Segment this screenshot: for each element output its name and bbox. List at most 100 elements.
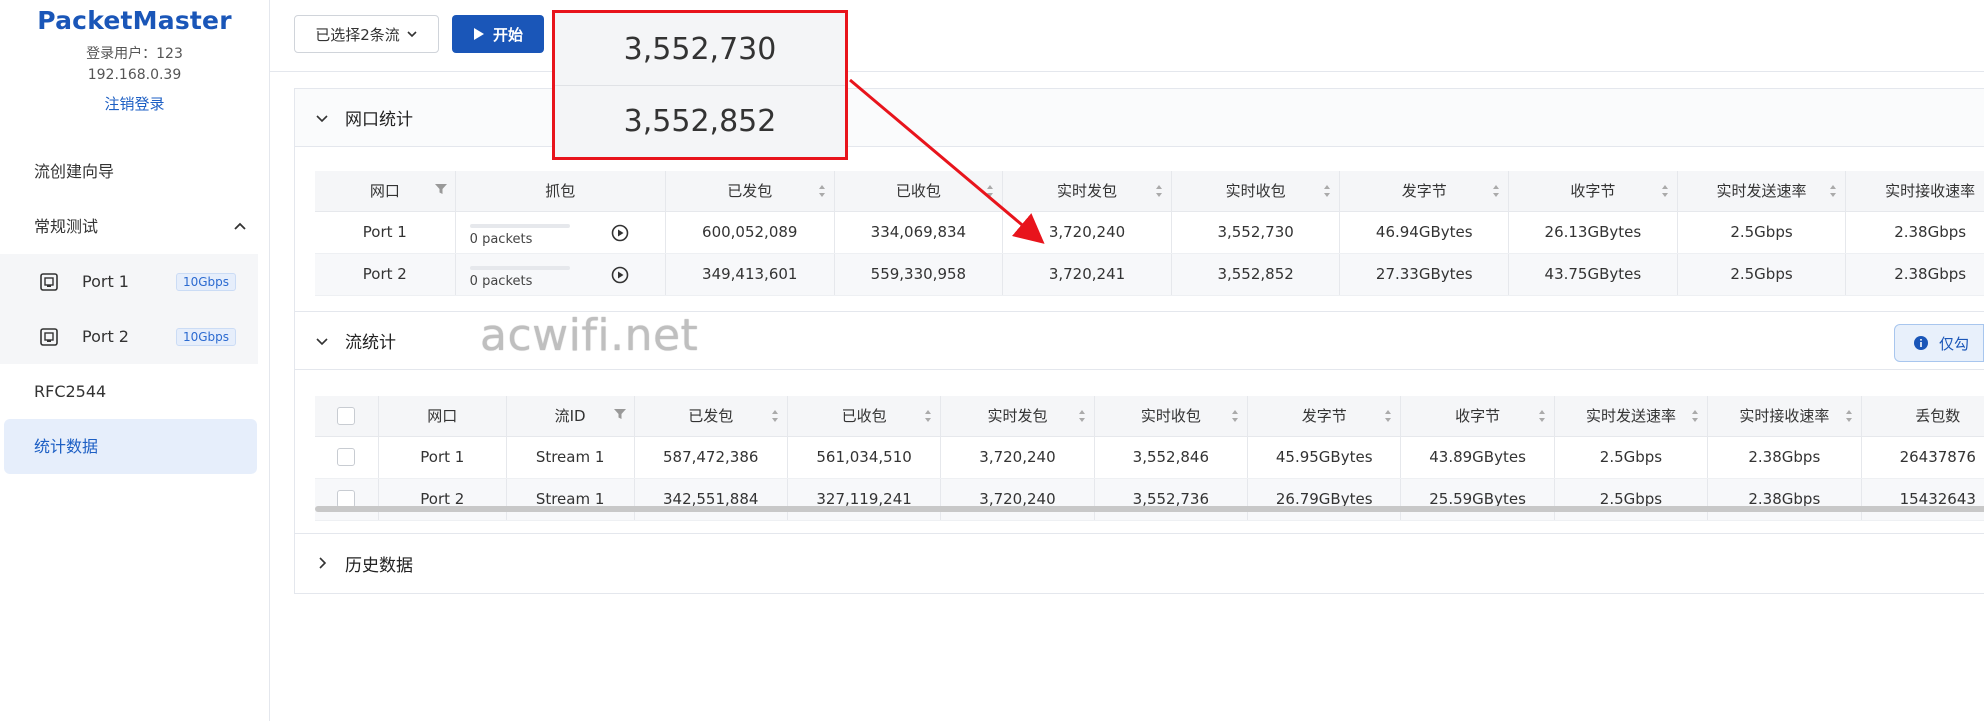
sidebar-item-rfc2544[interactable]: RFC2544 <box>0 364 269 419</box>
col-header-rx-bytes[interactable]: 收字节 <box>1400 396 1555 437</box>
col-header-tx-bytes[interactable]: 发字节 <box>1339 171 1510 212</box>
chevron-right-icon <box>319 557 327 569</box>
sort-icon[interactable] <box>1845 409 1853 423</box>
cell-stream-id: Stream 1 <box>506 436 635 479</box>
capture-count: 0 packets <box>469 273 533 289</box>
play-circle-icon[interactable] <box>611 224 629 242</box>
logout-link[interactable]: 注销登录 <box>104 93 164 114</box>
cell-rt-received: 3,552,736 <box>1094 478 1249 521</box>
col-header-port: 网口 <box>378 396 507 437</box>
col-header-sent[interactable]: 已发包 <box>665 171 835 212</box>
cell-rx-bytes: 43.75GBytes <box>1508 253 1678 296</box>
port-stats-panel: 网口统计 网口 抓包 已发包 已收包 实时发包 实时收包 发字节 收字节 实时发… <box>294 88 1984 312</box>
col-header-select-all[interactable] <box>315 396 379 437</box>
zoom-value-2: 3,552,852 <box>555 85 845 157</box>
sort-icon[interactable] <box>771 409 779 423</box>
col-header-sent[interactable]: 已发包 <box>634 396 788 437</box>
cell-loss: 15432643 <box>1861 478 1984 521</box>
select-all-checkbox[interactable] <box>337 407 356 425</box>
sort-icon[interactable] <box>986 184 994 198</box>
cell-received: 561,034,510 <box>787 436 942 479</box>
sidebar-item-general-test[interactable]: 常规测试 <box>0 199 269 254</box>
cell-port: Port 2 <box>378 478 507 521</box>
chevron-down-icon <box>316 337 328 345</box>
capture-count: 0 packets <box>469 231 533 247</box>
col-header-received[interactable]: 已收包 <box>787 396 942 437</box>
col-header-tx-bytes[interactable]: 发字节 <box>1247 396 1402 437</box>
cell-rx-rate: 2.38Gbps <box>1845 253 1984 296</box>
filter-icon[interactable] <box>613 408 626 420</box>
table-row: Port 1 Stream 1 587,472,386 561,034,510 … <box>315 436 1984 479</box>
horizontal-scrollbar[interactable] <box>315 506 1984 512</box>
ethernet-port-icon <box>40 272 58 291</box>
sort-icon[interactable] <box>1384 409 1392 423</box>
sort-icon[interactable] <box>1492 184 1500 198</box>
history-header[interactable]: 历史数据 <box>295 534 1984 592</box>
sort-icon[interactable] <box>1538 409 1546 423</box>
col-header-tx-rate[interactable]: 实时发送速率 <box>1554 396 1709 437</box>
table-row: Port 2 Stream 1 342,551,884 327,119,241 … <box>315 478 1984 521</box>
sidebar-item-port1[interactable]: Port 1 10Gbps <box>0 254 258 309</box>
cell-port: Port 1 <box>378 436 507 479</box>
cell-select[interactable] <box>315 436 379 479</box>
cell-rt-sent: 3,720,240 <box>940 436 1095 479</box>
sidebar-item-flow-wizard[interactable]: 流创建向导 <box>0 144 269 199</box>
sidebar-item-port2[interactable]: Port 2 10Gbps <box>0 309 258 364</box>
user-line: 登录用户：123 <box>86 46 183 62</box>
col-header-rx-rate[interactable]: 实时接收速率 <box>1845 171 1984 212</box>
sidebar-item-label: RFC2544 <box>34 382 107 401</box>
watermark: acwifi.net <box>480 310 699 361</box>
chevron-down-icon <box>316 114 328 122</box>
only-checked-label: 仅勾 <box>1939 334 1970 353</box>
sort-icon[interactable] <box>1231 409 1239 423</box>
col-header-rt-received[interactable]: 实时收包 <box>1094 396 1249 437</box>
col-header-rt-received[interactable]: 实时收包 <box>1171 171 1341 212</box>
col-header-rt-sent[interactable]: 实时发包 <box>940 396 1095 437</box>
sidebar-item-label: 流创建向导 <box>34 162 115 181</box>
panel-title: 网口统计 <box>345 110 413 130</box>
sidebar-item-label: 统计数据 <box>34 437 99 456</box>
sort-icon[interactable] <box>818 184 826 198</box>
cell-rx-rate: 2.38Gbps <box>1845 211 1984 254</box>
col-header-received[interactable]: 已收包 <box>834 171 1004 212</box>
port-stats-header[interactable]: 网口统计 <box>295 89 1984 147</box>
cell-sent: 600,052,089 <box>665 211 835 254</box>
sidebar-item-statistics[interactable]: 统计数据 <box>4 419 257 474</box>
table-row: Port 1 0 packets 600,052,089 334,069,834… <box>315 211 1984 254</box>
sort-icon[interactable] <box>1691 409 1699 423</box>
only-checked-button[interactable]: 仅勾 <box>1894 324 1984 362</box>
table-row: Port 2 0 packets 349,413,601 559,330,958… <box>315 253 1984 296</box>
sort-icon[interactable] <box>924 409 932 423</box>
port-label: Port 1 <box>82 272 129 291</box>
col-header-rt-sent[interactable]: 实时发包 <box>1002 171 1172 212</box>
play-circle-icon[interactable] <box>611 266 629 284</box>
panel-title: 流统计 <box>345 333 396 353</box>
cell-rx-bytes: 26.13GBytes <box>1508 211 1678 254</box>
sort-icon[interactable] <box>1323 184 1331 198</box>
sort-icon[interactable] <box>1078 409 1086 423</box>
filter-icon[interactable] <box>434 183 447 195</box>
col-header-stream-id[interactable]: 流ID <box>506 396 635 437</box>
col-header-loss: 丢包数 <box>1861 396 1984 437</box>
cell-loss: 26437876 <box>1861 436 1984 479</box>
sort-icon[interactable] <box>1829 184 1837 198</box>
ethernet-port-icon <box>40 327 58 346</box>
stream-select-dropdown[interactable]: 已选择2条流 <box>294 15 439 53</box>
sort-icon[interactable] <box>1661 184 1669 198</box>
cell-rt-received: 3,552,846 <box>1094 436 1249 479</box>
cell-select[interactable] <box>315 478 379 521</box>
zoom-callout: 3,552,730 3,552,852 <box>552 10 848 160</box>
row-checkbox[interactable] <box>337 448 356 467</box>
port-label: Port 2 <box>82 327 129 346</box>
cell-received: 559,330,958 <box>834 253 1004 296</box>
col-header-rx-bytes[interactable]: 收字节 <box>1508 171 1678 212</box>
stream-select-label: 已选择2条流 <box>315 25 400 44</box>
col-header-tx-rate[interactable]: 实时发送速率 <box>1677 171 1847 212</box>
sort-icon[interactable] <box>1155 184 1163 198</box>
cell-rx-rate: 2.38Gbps <box>1707 436 1862 479</box>
capture-progress-bar <box>469 223 570 228</box>
col-header-rx-rate[interactable]: 实时接收速率 <box>1707 396 1862 437</box>
col-header-port[interactable]: 网口 <box>315 171 456 212</box>
sidebar-item-label: 常规测试 <box>34 217 99 236</box>
start-button[interactable]: 开始 <box>452 15 544 53</box>
